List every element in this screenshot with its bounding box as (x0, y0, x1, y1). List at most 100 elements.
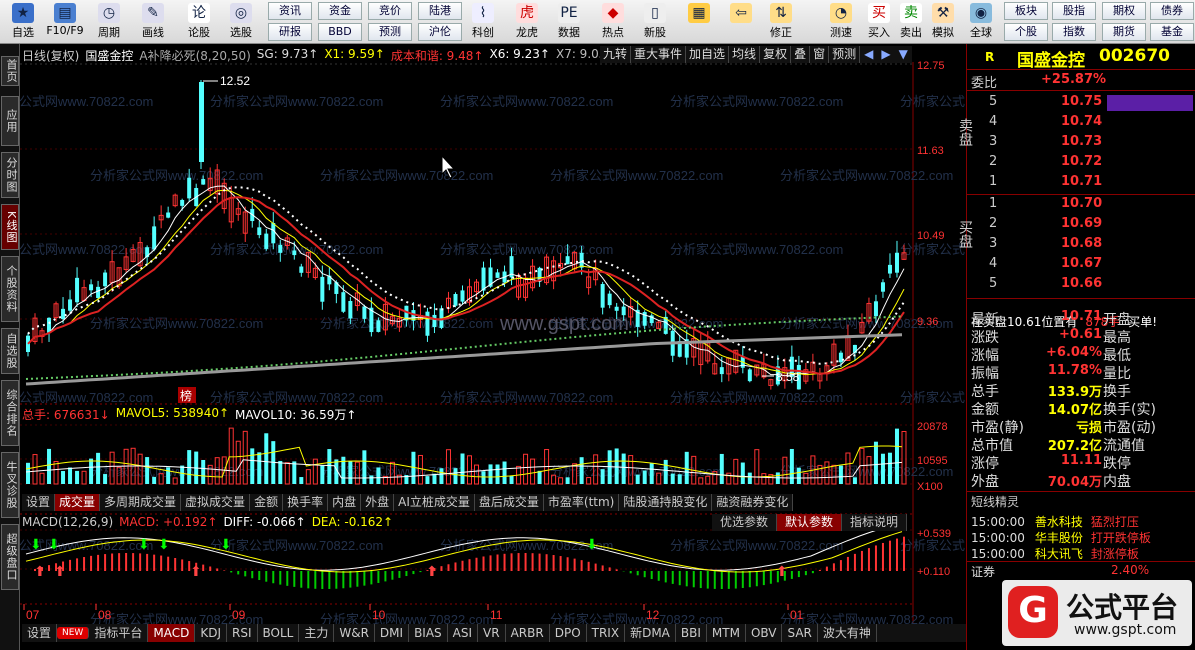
macd-button[interactable]: 指标说明 (842, 514, 908, 531)
left-tab[interactable]: 分时图 (1, 152, 19, 198)
toolbar-small-button[interactable]: 预测 (368, 23, 412, 41)
toolbar-small-button[interactable]: 指数 (1052, 23, 1096, 41)
toolbar-small-button[interactable]: 期权 (1102, 2, 1146, 20)
buy-level-price[interactable]: 10.70 (1061, 196, 1102, 211)
indicator-tab[interactable]: BOLL (258, 624, 300, 642)
volume-tab[interactable]: 内盘 (328, 494, 362, 511)
toolbar-small-button[interactable]: 板块 (1004, 2, 1048, 20)
buy-level-price[interactable]: 10.68 (1061, 236, 1102, 251)
kline-tool-button[interactable]: 窗 (810, 46, 830, 63)
toolbar-button-select[interactable]: ◎ 选股 (222, 2, 260, 42)
volume-tab[interactable]: 融资融券变化 (712, 494, 794, 511)
left-tab[interactable]: 应用 (1, 96, 19, 146)
sell-level-price[interactable]: 10.74 (1061, 114, 1102, 129)
toolbar-button-chart[interactable]: ⌇ 科创 (464, 2, 502, 42)
volume-tab[interactable]: 多周期成交量 (100, 494, 182, 511)
indicator-tab[interactable]: 设置 (22, 624, 58, 642)
volume-tab[interactable]: 换手率 (283, 494, 329, 511)
toolbar-button-windows[interactable]: ▦ (680, 2, 718, 42)
toolbar-button-gavel[interactable]: ⚒ 模拟 (924, 2, 962, 42)
buy-level-price[interactable]: 10.69 (1061, 216, 1102, 231)
toolbar-small-button[interactable]: 个股 (1004, 23, 1048, 41)
short-elf-row[interactable]: 15:00:00 善水科技 猛烈打压 (971, 513, 1139, 530)
kline-tool-button[interactable]: 均线 (729, 46, 761, 63)
volume-tab[interactable]: 市盈率(ttm) (544, 494, 620, 511)
toolbar-button-f10[interactable]: ▤ F10/F9 (46, 2, 84, 42)
nav-left-arrow-icon[interactable]: ◀ (860, 46, 877, 63)
left-tab[interactable]: 首页 (1, 56, 19, 86)
toolbar-small-button[interactable]: 陆港 (418, 2, 462, 20)
toolbar-small-button[interactable]: 资讯 (268, 2, 312, 20)
left-tab[interactable]: 个股资料 (1, 256, 19, 322)
volume-tab[interactable]: 陆股通持股变化 (619, 494, 713, 511)
kline-tool-button[interactable]: 叠 (791, 46, 811, 63)
kline-tool-button[interactable]: 重大事件 (631, 46, 687, 63)
toolbar-button-star[interactable]: ★ 自选 (4, 2, 42, 42)
toolbar-small-button[interactable]: 资金 (318, 2, 362, 20)
sell-level-price[interactable]: 10.71 (1061, 174, 1102, 189)
toolbar-button-speed[interactable]: ◔ 测速 (822, 2, 860, 42)
volume-tab[interactable]: 设置 (22, 494, 56, 511)
indicator-tab[interactable]: 新DMA (625, 624, 676, 642)
kline-tool-button[interactable]: 九转 (600, 46, 632, 63)
dropdown-arrow-icon[interactable]: ▼ (895, 46, 912, 63)
toolbar-small-button[interactable]: 债券 (1150, 2, 1194, 20)
volume-tab[interactable]: 金额 (250, 494, 284, 511)
toolbar-button-comment[interactable]: 论论股 (180, 2, 218, 42)
toolbar-small-button[interactable]: 股指 (1052, 2, 1096, 20)
kline-chart-svg[interactable]: 分析家公式网www.70822.com 分析家公式网www.70822.com 分析… (20, 44, 966, 650)
sell-level-price[interactable]: 10.75 (1061, 94, 1102, 109)
kline-tool-button[interactable]: 加自选 (686, 46, 730, 63)
nav-right-arrow-icon[interactable]: ▶ (877, 46, 894, 63)
indicator-tab[interactable]: 波大有神 (818, 624, 877, 642)
chart-area[interactable]: 分析家公式网www.70822.com 分析家公式网www.70822.com 分析… (20, 44, 966, 650)
kline-tool-button[interactable]: 复权 (760, 46, 792, 63)
short-elf-row[interactable]: 15:00:00 科大讯飞 封涨停板 (971, 545, 1139, 562)
toolbar-small-button[interactable]: 竞价 (368, 2, 412, 20)
indicator-tab[interactable]: W&R (334, 624, 375, 642)
toolbar-button-clock[interactable]: ◷ 周期 (90, 2, 128, 42)
indicator-tab[interactable]: KDJ (195, 624, 227, 642)
left-tab[interactable]: K线图 (1, 204, 19, 250)
toolbar-button-dragon[interactable]: 虎龙虎 (508, 2, 546, 42)
sell-level-price[interactable]: 10.73 (1061, 134, 1102, 149)
indicator-tab[interactable]: BIAS (409, 624, 448, 642)
indicator-tab[interactable]: ARBR (506, 624, 550, 642)
indicator-tab[interactable]: MACD (148, 624, 196, 642)
left-tab[interactable]: 自选股 (1, 328, 19, 374)
buy-level-price[interactable]: 10.67 (1061, 256, 1102, 271)
macd-button[interactable]: 优选参数 (712, 514, 778, 531)
indicator-tab[interactable]: 主力 (299, 624, 335, 642)
indicator-tab[interactable]: ASI (448, 624, 479, 642)
toolbar-button-back-arrow[interactable]: ⇦ (722, 2, 760, 42)
left-tab[interactable]: 牛叉诊股 (1, 452, 19, 518)
indicator-tab[interactable]: OBV (746, 624, 783, 642)
indicator-tab[interactable]: MTM (707, 624, 746, 642)
left-tab[interactable]: 综合排名 (1, 380, 19, 446)
indicator-tab[interactable]: RSI (227, 624, 258, 642)
indicator-tab[interactable]: DMI (375, 624, 410, 642)
toolbar-button-hot[interactable]: ◆ 热点 (594, 2, 632, 42)
kline-tool-button[interactable]: 预测 (829, 46, 861, 63)
volume-tab[interactable]: 虚拟成交量 (181, 494, 251, 511)
toolbar-button-newstock[interactable]: ▯ 新股 (636, 2, 674, 42)
buy-level-price[interactable]: 10.66 (1061, 276, 1102, 291)
indicator-tab[interactable]: BBI (676, 624, 707, 642)
toolbar-small-button[interactable]: BBD (318, 23, 362, 41)
macd-button[interactable]: 默认参数 (777, 514, 843, 531)
left-tab[interactable]: 超级盘口 (1, 524, 19, 590)
toolbar-button-globe[interactable]: ◉ 全球 (962, 2, 1000, 42)
toolbar-button-pencil[interactable]: ✎ 画线 (134, 2, 172, 42)
indicator-tab[interactable]: VR (478, 624, 506, 642)
volume-tab[interactable]: 成交量 (55, 494, 101, 511)
toolbar-button-updown[interactable]: ⇅ 修正 (762, 2, 800, 42)
indicator-tab[interactable]: SAR (782, 624, 818, 642)
indicator-tab[interactable]: TRIX (587, 624, 626, 642)
volume-tab[interactable]: 外盘 (361, 494, 395, 511)
toolbar-small-button[interactable]: 沪伦 (418, 23, 462, 41)
toolbar-small-button[interactable]: 期货 (1102, 23, 1146, 41)
toolbar-small-button[interactable]: 基金 (1150, 23, 1194, 41)
volume-tab[interactable]: 盘后成交量 (475, 494, 544, 511)
toolbar-small-button[interactable]: 研报 (268, 23, 312, 41)
indicator-tab[interactable]: DPO (550, 624, 587, 642)
